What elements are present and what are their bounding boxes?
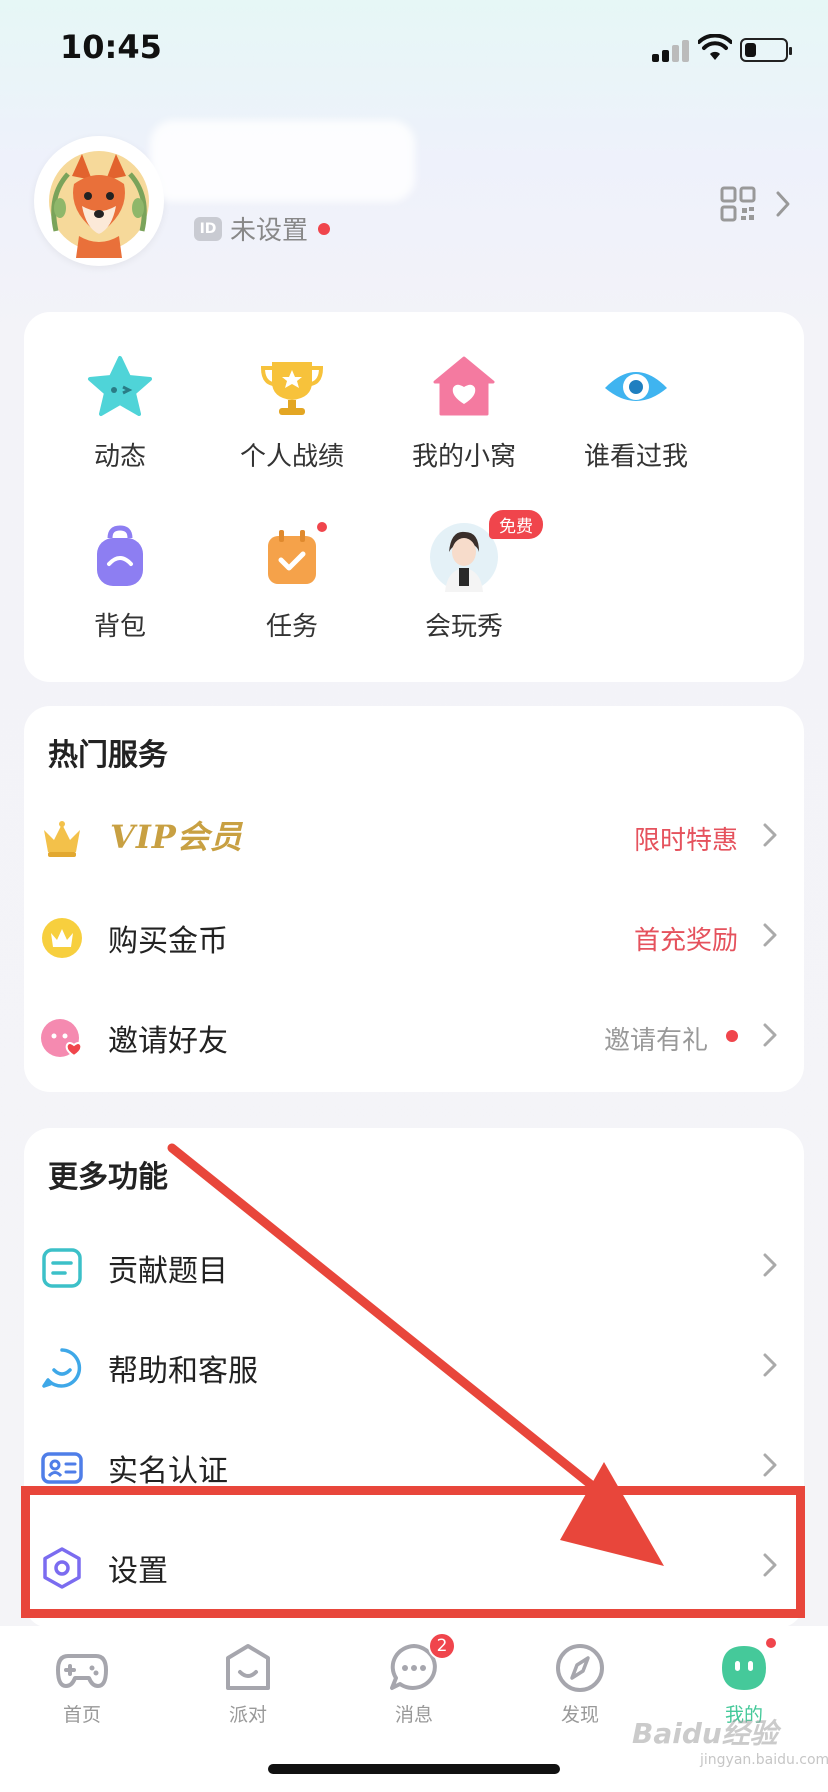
username-blurred	[150, 120, 415, 202]
grid-item-moments[interactable]: 动态	[40, 352, 200, 473]
battery-icon	[740, 38, 792, 62]
section-title: 热门服务	[48, 738, 168, 773]
tab-party[interactable]: 派对	[188, 1642, 308, 1727]
chevron-right-icon	[763, 923, 777, 947]
tab-discover[interactable]: 发现	[520, 1642, 640, 1727]
section-title: 更多功能	[48, 1160, 168, 1195]
trophy-icon	[257, 352, 327, 422]
message-count-badge: 2	[428, 1632, 456, 1660]
grid-item-label: 动态	[93, 442, 146, 472]
tab-label: 派对	[228, 1704, 267, 1726]
row-help-support[interactable]: 帮助和客服	[24, 1316, 804, 1416]
help-support-label: 帮助和客服	[108, 1354, 258, 1389]
row-invite-friends[interactable]: 邀请好友 邀请有礼	[24, 986, 804, 1086]
grid-item-backpack[interactable]: 背包	[40, 522, 200, 643]
house-heart-icon	[429, 352, 499, 422]
backpack-icon	[85, 522, 155, 592]
message-bubble-icon: 2	[388, 1632, 456, 1694]
gold-coin-icon	[42, 918, 82, 958]
invite-alert-dot	[726, 1030, 738, 1042]
tab-label: 首页	[62, 1704, 101, 1726]
avatar-show-icon: 免费	[429, 510, 543, 592]
contribute-questions-label: 贡献题目	[108, 1254, 228, 1289]
baidu-watermark-url: jingyan.baidu.com	[700, 1752, 828, 1768]
cellular-signal-icon	[652, 38, 690, 62]
document-icon	[42, 1248, 82, 1288]
grid-item-my-nest[interactable]: 我的小窝	[384, 352, 544, 473]
tab-label: 消息	[394, 1704, 433, 1726]
home-indicator	[268, 1764, 560, 1774]
battery-fill	[745, 43, 756, 57]
invite-face-icon	[41, 1019, 83, 1058]
task-calendar-icon	[257, 520, 329, 592]
grid-item-visitors[interactable]: 谁看过我	[556, 352, 716, 473]
user-avatar[interactable]	[34, 136, 164, 266]
star-face-icon	[85, 352, 155, 422]
grid-item-label: 个人战绩	[239, 442, 344, 472]
id-card-icon	[41, 1452, 83, 1484]
tab-messages[interactable]: 2 消息	[354, 1632, 474, 1727]
grid-item-tasks[interactable]: 任务	[212, 520, 372, 643]
crown-icon	[44, 821, 80, 857]
buy-coins-promo-text: 首充奖励	[633, 926, 738, 956]
me-face-icon	[718, 1636, 778, 1694]
chevron-right-icon	[763, 1453, 777, 1477]
grid-item-label: 我的小窝	[411, 442, 516, 472]
compass-icon	[554, 1642, 606, 1694]
vip-label: VIP会员	[110, 818, 243, 856]
status-time: 10:45	[60, 28, 162, 66]
hot-services-card: 热门服务 VIP会员 限时特惠 购买金币 首充奖励 邀请好友 邀请有礼	[24, 706, 804, 1092]
grid-item-label: 会玩秀	[424, 612, 503, 642]
annotation-highlight-box	[21, 1486, 805, 1618]
me-alert-dot	[764, 1636, 778, 1650]
row-buy-coins[interactable]: 购买金币 首充奖励	[24, 886, 804, 986]
buy-coins-label: 购买金币	[108, 924, 228, 959]
profile-chevron-right-icon[interactable]	[774, 190, 792, 218]
chevron-right-icon	[763, 1353, 777, 1377]
user-id-status: 未设置	[230, 216, 309, 246]
task-alert-dot	[315, 520, 329, 534]
row-contribute-questions[interactable]: 贡献题目	[24, 1216, 804, 1316]
chevron-right-icon	[763, 1253, 777, 1277]
grid-item-label: 背包	[93, 612, 146, 642]
id-badge-icon: ID	[194, 216, 222, 241]
qr-code-icon[interactable]	[720, 186, 756, 222]
vip-promo-text: 限时特惠	[633, 826, 738, 856]
chevron-right-icon	[763, 823, 777, 847]
grid-item-label: 谁看过我	[583, 442, 688, 472]
tab-home[interactable]: 首页	[22, 1642, 142, 1727]
real-name-verification-label: 实名认证	[108, 1454, 228, 1489]
eye-icon	[601, 352, 671, 422]
user-id-row[interactable]: ID 未设置	[194, 210, 331, 247]
baidu-watermark: Baidu经验	[632, 1717, 778, 1750]
invite-friends-label: 邀请好友	[108, 1024, 228, 1059]
invite-reward-text: 邀请有礼	[603, 1026, 708, 1056]
tab-label: 发现	[560, 1704, 599, 1726]
id-alert-dot	[318, 222, 331, 235]
wifi-icon	[698, 34, 732, 60]
grid-item-avatar-show[interactable]: 免费 会玩秀	[384, 510, 544, 643]
quick-access-card: 动态 个人战绩 我的小窝 谁看过我 背包 任务 免费 会玩秀	[24, 312, 804, 682]
row-vip-membership[interactable]: VIP会员 限时特惠	[24, 786, 804, 886]
fox-avatar-icon	[49, 151, 149, 258]
party-house-icon	[222, 1642, 274, 1694]
gamepad-icon	[56, 1642, 108, 1694]
chevron-right-icon	[763, 1023, 777, 1047]
chat-support-icon	[42, 1348, 82, 1388]
grid-item-record[interactable]: 个人战绩	[212, 352, 372, 473]
free-badge: 免费	[489, 510, 543, 539]
grid-item-label: 任务	[265, 612, 318, 642]
status-bar: 10:45	[0, 0, 828, 100]
